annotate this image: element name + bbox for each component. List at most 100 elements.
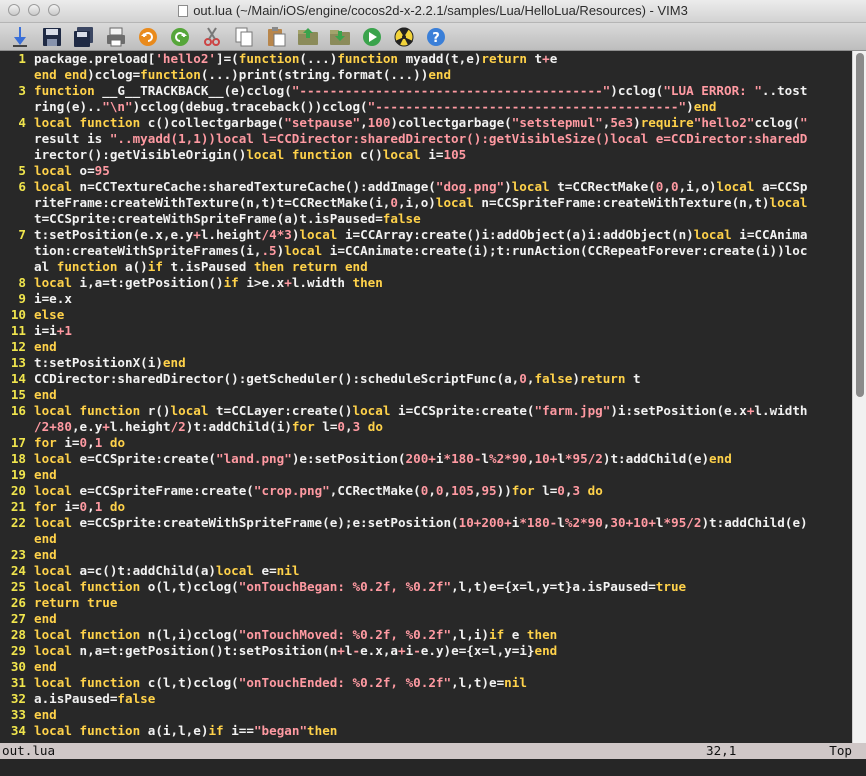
copy-icon xyxy=(235,27,253,47)
code-line[interactable]: 24 local a=c()t:addChild(a)local e=nil xyxy=(0,563,852,579)
undo-button[interactable] xyxy=(136,25,160,49)
code-line[interactable]: 27 end xyxy=(0,611,852,627)
line-number: 6 xyxy=(18,179,26,194)
code-line[interactable]: 8 local i,a=t:getPosition()if i>e.x+l.wid… xyxy=(0,275,852,291)
code-line[interactable]: 16 local function r()local t=CCLayer:crea… xyxy=(0,403,852,419)
copy-button[interactable] xyxy=(232,25,256,49)
line-number: 34 xyxy=(10,723,26,738)
code-text: i=i+1 xyxy=(34,323,72,338)
code-line[interactable]: 25 local function o(l,t)cclog("onTouchBeg… xyxy=(0,579,852,595)
run-button[interactable] xyxy=(360,25,384,49)
code-line[interactable]: 11 i=i+1 xyxy=(0,323,852,339)
code-line[interactable]: 17 for i=0,1 do xyxy=(0,435,852,451)
code-text: end xyxy=(34,611,57,626)
code-line[interactable]: 28 local function n(l,i)cclog("onTouchMov… xyxy=(0,627,852,643)
cut-button[interactable] xyxy=(200,25,224,49)
code-text: package.preload['hello2']=(function(...)… xyxy=(34,51,558,66)
status-scroll-position: Top xyxy=(829,743,852,758)
code-text: riteFrame:createWithTexture(n,t)t=CCRect… xyxy=(34,195,808,210)
line-number: 14 xyxy=(10,371,26,386)
code-line[interactable]: 21 for i=0,1 do xyxy=(0,499,852,515)
code-line[interactable]: 1 package.preload['hello2']=(function(...… xyxy=(0,51,852,67)
save-button[interactable] xyxy=(40,25,64,49)
line-number: 23 xyxy=(10,547,26,562)
print-button[interactable] xyxy=(104,25,128,49)
code-line[interactable]: end xyxy=(0,531,852,547)
code-line[interactable]: t=CCSprite:createWithSpriteFrame(a)t.isP… xyxy=(0,211,852,227)
code-line[interactable]: end end)cclog=function(...)print(string.… xyxy=(0,67,852,83)
code-text: /2+80,e.y+l.height/2)t:addChild(i)for l=… xyxy=(34,419,383,434)
code-line[interactable]: 19 end xyxy=(0,467,852,483)
line-number: 33 xyxy=(10,707,26,722)
code-line[interactable]: 5 local o=95 xyxy=(0,163,852,179)
code-line[interactable]: 31 local function c(l,t)cclog("onTouchEnd… xyxy=(0,675,852,691)
save-session-icon xyxy=(330,30,350,45)
code-line[interactable]: 12 end xyxy=(0,339,852,355)
redo-button[interactable] xyxy=(168,25,192,49)
open-button[interactable] xyxy=(8,25,32,49)
vim-window: out.lua (~/Main/iOS/engine/cocos2d-x-2.2… xyxy=(0,0,866,776)
code-line[interactable]: 33 end xyxy=(0,707,852,723)
line-number: 13 xyxy=(10,355,26,370)
code-line[interactable]: 3 function __G__TRACKBACK__(e)cclog("----… xyxy=(0,83,852,99)
code-line[interactable]: 29 local n,a=t:getPosition()t:setPosition… xyxy=(0,643,852,659)
code-line[interactable]: tion:createWithSpriteFrames(i,.5)local i… xyxy=(0,243,852,259)
code-line[interactable]: 18 local e=CCSprite:create("land.png")e:s… xyxy=(0,451,852,467)
code-line[interactable]: irector():getVisibleOrigin()local functi… xyxy=(0,147,852,163)
code-line[interactable]: 22 local e=CCSprite:createWithSpriteFrame… xyxy=(0,515,852,531)
code-line[interactable]: 15 end xyxy=(0,387,852,403)
code-line[interactable]: 13 t:setPositionX(i)end xyxy=(0,355,852,371)
code-line[interactable]: /2+80,e.y+l.height/2)t:addChild(i)for l=… xyxy=(0,419,852,435)
code-line[interactable]: 32 a.isPaused=false xyxy=(0,691,852,707)
make-button[interactable] xyxy=(392,25,416,49)
code-line[interactable]: 26 return true xyxy=(0,595,852,611)
load-session-button[interactable] xyxy=(296,25,320,49)
code-text: local o=95 xyxy=(34,163,110,178)
command-line[interactable] xyxy=(0,759,866,776)
line-number: 24 xyxy=(10,563,26,578)
line-number: 16 xyxy=(10,403,26,418)
code-text: local e=CCSprite:createWithSpriteFrame(e… xyxy=(34,515,808,530)
code-line[interactable]: result is "..myadd(1,1))local l=CCDirect… xyxy=(0,131,852,147)
window-title-area: out.lua (~/Main/iOS/engine/cocos2d-x-2.2… xyxy=(0,3,866,18)
save-session-button[interactable] xyxy=(328,25,352,49)
code-line[interactable]: 4 local function c()collectgarbage("setpa… xyxy=(0,115,852,131)
code-line[interactable]: 6 local n=CCTextureCache:sharedTextureCac… xyxy=(0,179,852,195)
code-line[interactable]: 30 end xyxy=(0,659,852,675)
code-line[interactable]: 34 local function a(i,l,e)if i=="began"th… xyxy=(0,723,852,739)
scrollbar-thumb[interactable] xyxy=(856,53,864,397)
code-text: local function c(l,t)cclog("onTouchEnded… xyxy=(34,675,527,690)
line-number: 32 xyxy=(10,691,26,706)
code-line[interactable]: 10 else xyxy=(0,307,852,323)
code-line[interactable]: 23 end xyxy=(0,547,852,563)
load-session-icon xyxy=(298,28,318,45)
code-text: end xyxy=(34,467,57,482)
code-text: end xyxy=(34,707,57,722)
code-line[interactable]: 20 local e=CCSpriteFrame:create("crop.png… xyxy=(0,483,852,499)
code-text: function __G__TRACKBACK__(e)cclog("-----… xyxy=(34,83,808,98)
svg-text:?: ? xyxy=(432,31,440,46)
help-button[interactable]: ? xyxy=(424,25,448,49)
code-line[interactable]: 14 CCDirector:sharedDirector():getSchedul… xyxy=(0,371,852,387)
code-text: ring(e).."\n")cclog(debug.traceback())cc… xyxy=(34,99,717,114)
vertical-scrollbar[interactable] xyxy=(852,51,866,743)
code-line[interactable]: 7 t:setPosition(e.x,e.y+l.height/4*3)loca… xyxy=(0,227,852,243)
line-number: 12 xyxy=(10,339,26,354)
code-line[interactable]: al function a()if t.isPaused then return… xyxy=(0,259,852,275)
save-all-button[interactable] xyxy=(72,25,96,49)
code-text: local n=CCTextureCache:sharedTextureCach… xyxy=(34,179,808,194)
code-text: end xyxy=(34,547,57,562)
code-line[interactable]: ring(e).."\n")cclog(debug.traceback())cc… xyxy=(0,99,852,115)
run-icon xyxy=(363,28,381,46)
code-line[interactable]: riteFrame:createWithTexture(n,t)t=CCRect… xyxy=(0,195,852,211)
code-text: local function n(l,i)cclog("onTouchMoved… xyxy=(34,627,558,642)
code-line[interactable]: 9 i=e.x xyxy=(0,291,852,307)
line-number: 31 xyxy=(10,675,26,690)
line-number: 18 xyxy=(10,451,26,466)
editor-pane[interactable]: 1 package.preload['hello2']=(function(...… xyxy=(0,51,852,743)
code-text: local e=CCSprite:create("land.png")e:set… xyxy=(34,451,732,466)
line-number: 19 xyxy=(10,467,26,482)
paste-button[interactable] xyxy=(264,25,288,49)
line-number: 25 xyxy=(10,579,26,594)
help-icon: ? xyxy=(427,28,445,46)
